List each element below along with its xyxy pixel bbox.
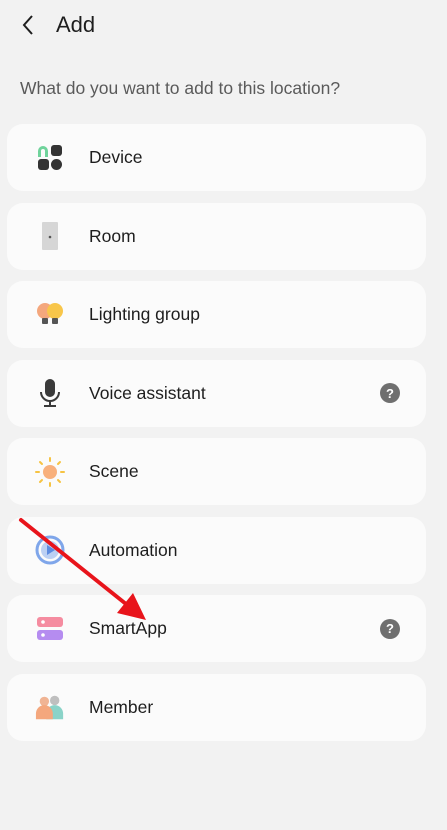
- option-lighting-group[interactable]: Lighting group: [7, 281, 426, 348]
- prompt-text: What do you want to add to this location…: [20, 78, 341, 98]
- option-device[interactable]: Device: [7, 124, 426, 191]
- back-arrow-icon[interactable]: [14, 11, 42, 39]
- option-label: Scene: [89, 461, 139, 481]
- help-icon[interactable]: ?: [380, 618, 400, 639]
- help-icon[interactable]: ?: [380, 383, 400, 403]
- smartapp-icon: [35, 614, 65, 644]
- option-room[interactable]: Room: [7, 202, 426, 270]
- member-icon: [35, 692, 65, 722]
- option-label: Room: [89, 225, 136, 246]
- option-smartapp[interactable]: SmartApp ?: [7, 595, 426, 662]
- option-label: Lighting group: [89, 304, 200, 324]
- option-voice-assistant[interactable]: Voice assistant ?: [7, 359, 426, 427]
- add-options-list: Device Room Lighting group Voice assista…: [7, 124, 426, 752]
- device-icon: [35, 143, 65, 173]
- option-label: SmartApp: [89, 618, 167, 638]
- option-label: Member: [89, 696, 154, 717]
- page-title: Add: [56, 12, 96, 37]
- lighting-group-icon: [35, 300, 65, 330]
- option-scene[interactable]: Scene: [7, 438, 426, 505]
- room-icon: [35, 221, 65, 251]
- option-label: Automation: [89, 539, 178, 560]
- option-member[interactable]: Member: [7, 673, 426, 741]
- option-label: Voice assistant: [89, 382, 206, 403]
- option-automation[interactable]: Automation: [7, 516, 426, 584]
- automation-icon: [35, 535, 65, 565]
- scene-sun-icon: [35, 456, 65, 487]
- microphone-icon: [35, 378, 65, 408]
- header: Add: [0, 0, 447, 50]
- option-label: Device: [89, 147, 143, 167]
